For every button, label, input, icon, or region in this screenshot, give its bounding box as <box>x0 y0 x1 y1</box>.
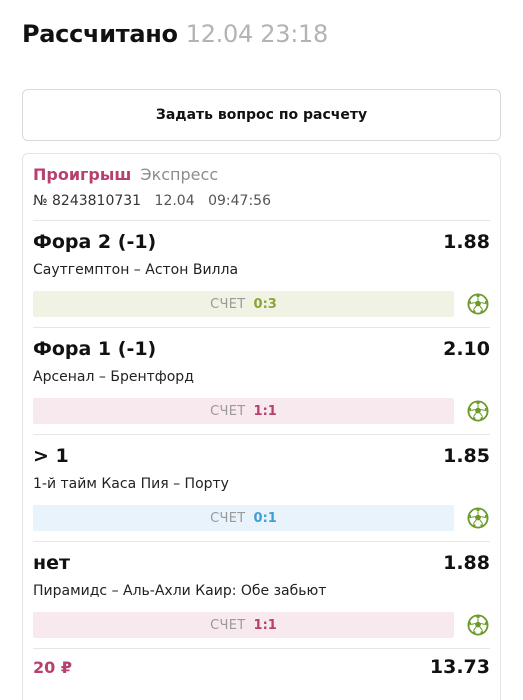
page-header: Рассчитано 12.04 23:18 <box>22 20 328 50</box>
ask-question-button[interactable]: Задать вопрос по расчету <box>22 89 501 141</box>
bet-odd: 1.88 <box>443 552 490 574</box>
coupon-status-line: Проигрыш Экспресс <box>33 165 218 184</box>
stake-amount: 20 ₽ <box>33 658 72 677</box>
football-ball-icon[interactable] <box>467 400 489 422</box>
score-bar: СЧЕТ 0:3 <box>33 291 454 317</box>
score-value: 0:3 <box>253 296 277 312</box>
football-ball-icon[interactable] <box>467 293 489 315</box>
football-ball-icon[interactable] <box>467 507 489 529</box>
score-value: 1:1 <box>253 617 277 633</box>
score-label: СЧЕТ <box>210 617 246 633</box>
bet-event: Саутгемптон – Астон Вилла <box>33 262 239 278</box>
bet-odd: 1.88 <box>443 231 490 253</box>
bet-odd: 2.10 <box>443 338 490 360</box>
settled-timestamp: 12.04 23:18 <box>185 20 329 48</box>
score-value: 1:1 <box>253 403 277 419</box>
coupon-footer: 20 ₽ 13.73 <box>23 654 500 684</box>
bet-event: Пирамидс – Аль-Ахли Каир: Обе забьют <box>33 583 327 599</box>
bet-row: нет 1.88 Пирамидс – Аль-Ахли Каир: Обе з… <box>23 542 500 649</box>
coupon-card: Проигрыш Экспресс № 8243810731 12.04 09:… <box>22 153 501 700</box>
coupon-bet-type: Экспресс <box>140 165 219 184</box>
coupon-number: № 8243810731 <box>33 193 142 209</box>
payout-amount: 13.73 <box>429 656 490 678</box>
score-bar: СЧЕТ 1:1 <box>33 398 454 424</box>
bet-outcome: Фора 2 (-1) <box>33 231 157 253</box>
coupon-status: Проигрыш <box>33 165 132 184</box>
coupon-meta: № 8243810731 12.04 09:47:56 <box>33 193 271 209</box>
football-ball-icon[interactable] <box>467 614 489 636</box>
score-bar: СЧЕТ 0:1 <box>33 505 454 531</box>
coupon-date: 12.04 <box>154 193 195 209</box>
score-label: СЧЕТ <box>210 510 246 526</box>
bet-row: Фора 2 (-1) 1.88 Саутгемптон – Астон Вил… <box>23 221 500 328</box>
bet-outcome: Фора 1 (-1) <box>33 338 157 360</box>
bet-row: Фора 1 (-1) 2.10 Арсенал – Брентфорд СЧЕ… <box>23 328 500 435</box>
bet-row: > 1 1.85 1-й тайм Каса Пия – Порту СЧЕТ … <box>23 435 500 542</box>
score-bar: СЧЕТ 1:1 <box>33 612 454 638</box>
score-value: 0:1 <box>253 510 277 526</box>
score-label: СЧЕТ <box>210 403 246 419</box>
bet-outcome: > 1 <box>33 445 69 467</box>
bet-event: 1-й тайм Каса Пия – Порту <box>33 476 229 492</box>
divider <box>33 648 490 649</box>
bet-event: Арсенал – Брентфорд <box>33 369 194 385</box>
coupon-time: 09:47:56 <box>208 193 271 209</box>
score-label: СЧЕТ <box>210 296 246 312</box>
bet-odd: 1.85 <box>443 445 490 467</box>
page-title: Рассчитано <box>22 20 178 48</box>
bet-outcome: нет <box>33 552 71 574</box>
